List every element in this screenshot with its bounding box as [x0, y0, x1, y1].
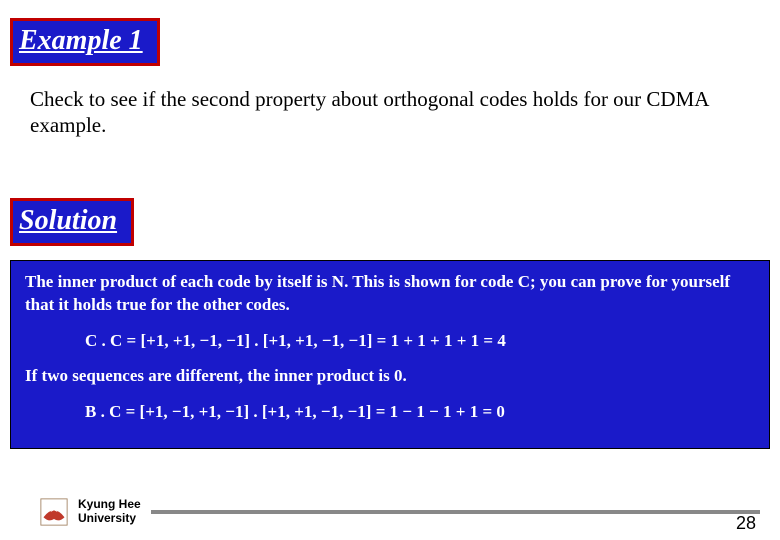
university-line-1: Kyung Hee [78, 498, 141, 512]
university-name: Kyung Hee University [78, 498, 141, 526]
equation-1: C . C = [+1, +1, −1, −1] . [+1, +1, −1, … [85, 331, 755, 351]
solution-title: Solution [19, 205, 117, 236]
example-title-box: Example 1 [10, 18, 160, 66]
footer: Kyung Hee University [40, 498, 760, 526]
university-line-2: University [78, 512, 141, 526]
solution-paragraph-1: The inner product of each code by itself… [25, 271, 755, 317]
problem-statement: Check to see if the second property abou… [30, 86, 750, 139]
university-logo-icon [40, 498, 68, 526]
equation-2: B . C = [+1, −1, +1, −1] . [+1, +1, −1, … [85, 402, 755, 422]
solution-title-box: Solution [10, 198, 134, 246]
solution-paragraph-2: If two sequences are different, the inne… [25, 365, 755, 388]
page-number: 28 [736, 513, 756, 534]
footer-divider [151, 510, 760, 514]
solution-content: The inner product of each code by itself… [10, 260, 770, 449]
example-title: Example 1 [19, 25, 143, 56]
